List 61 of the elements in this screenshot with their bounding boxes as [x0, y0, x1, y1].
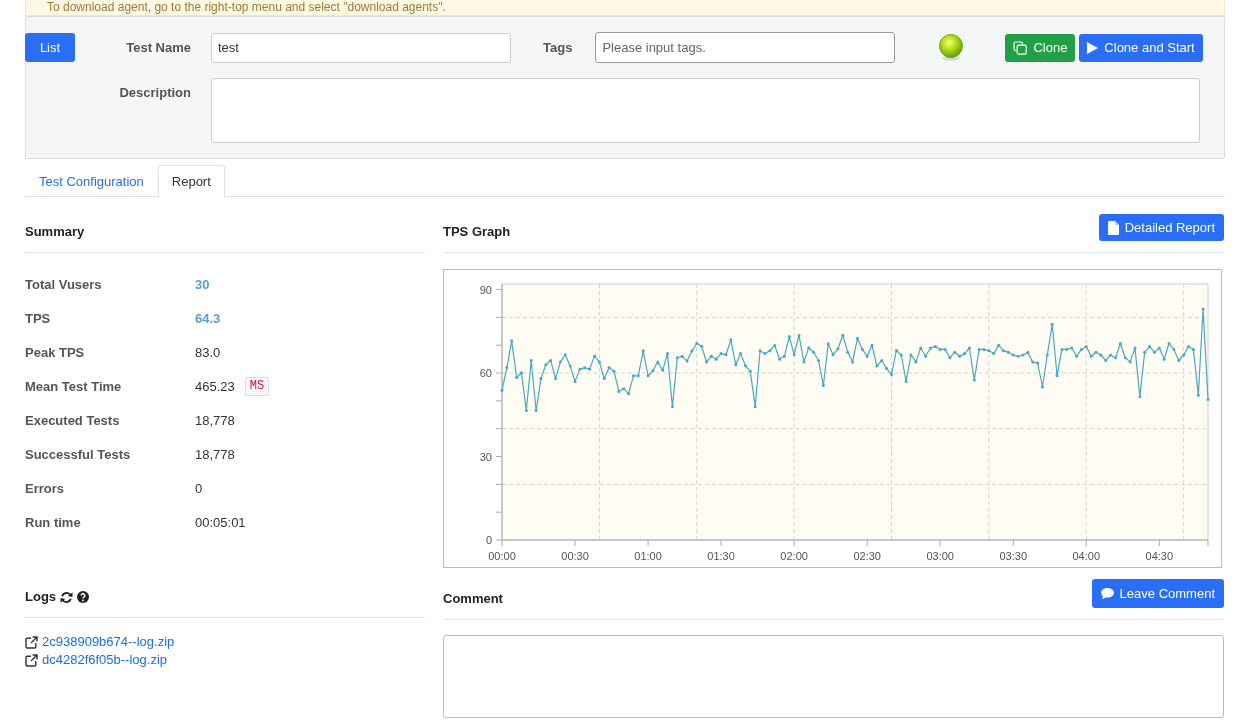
status-light-icon	[938, 34, 965, 61]
stat-value: 0	[195, 480, 203, 496]
refresh-icon[interactable]	[60, 590, 74, 604]
external-link-icon	[25, 635, 38, 649]
log-file-link[interactable]: dc4282f6f05b--log.zip	[25, 651, 168, 669]
y-tick-label: 60	[479, 367, 492, 380]
stat-label: Executed Tests	[25, 412, 121, 428]
x-tick-label: 01:00	[634, 550, 662, 562]
x-tick-label: 01:30	[707, 550, 735, 562]
stat-value: 30	[195, 276, 210, 292]
x-tick-label: 03:30	[999, 550, 1027, 562]
tab[interactable]: Test Configuration	[25, 165, 158, 197]
x-tick-label: 00:30	[561, 550, 589, 562]
stat-value: 64.3	[195, 310, 221, 326]
y-tick-label: 0	[485, 534, 492, 546]
x-tick-label: 04:00	[1072, 550, 1101, 562]
detailed-report-button[interactable]: Detailed Report	[1098, 214, 1224, 241]
list-button[interactable]: List	[25, 33, 75, 62]
stat-label: Mean Test Time	[25, 378, 123, 394]
field-label: Description	[119, 85, 191, 101]
log-file-link[interactable]: 2c938909b674--log.zip	[25, 633, 175, 651]
speech-bubble-icon	[1100, 588, 1114, 599]
copy-icon	[1013, 40, 1028, 55]
stat-value: 00:05:01	[195, 514, 246, 530]
notice-banner: To download agent, go to the right-top menu and select "download agents".	[25, 0, 1225, 16]
test-name-field[interactable]: test	[211, 32, 511, 63]
stat-label: TPS	[25, 310, 52, 326]
x-tick-label: 04:30	[1145, 550, 1174, 562]
section-heading: Comment	[443, 590, 503, 608]
y-tick-label: 90	[479, 283, 492, 296]
time-unit: MS	[244, 376, 270, 396]
field-label: Test Name	[126, 39, 191, 56]
tags-field[interactable]: Please input tags.	[595, 32, 896, 63]
clone-button[interactable]: Clone	[1005, 33, 1076, 62]
section-heading: TPS Graph	[443, 223, 511, 241]
description-field[interactable]	[211, 78, 1200, 143]
document-icon	[1107, 220, 1119, 235]
section-heading: Summary	[25, 223, 85, 241]
section-heading: Logs	[25, 588, 57, 606]
tab[interactable]: Report	[157, 165, 225, 197]
x-tick-label: 02:00	[780, 550, 808, 562]
play-icon	[1087, 41, 1099, 54]
stat-label: Peak TPS	[25, 344, 86, 360]
stat-label: Total Vusers	[25, 276, 103, 292]
stat-value: 465.23	[195, 378, 235, 394]
stat-label: Errors	[25, 480, 66, 496]
stat-label: Run time	[25, 514, 82, 530]
stat-value: 18,778	[195, 412, 235, 428]
help-icon[interactable]	[77, 591, 90, 603]
x-tick-label: 02:30	[853, 550, 881, 562]
external-link-icon	[25, 653, 38, 667]
stat-value: 18,778	[195, 446, 235, 462]
x-tick-label: 03:00	[926, 550, 954, 562]
stat-label: Successful Tests	[25, 446, 132, 462]
field-label: Tags	[543, 39, 573, 56]
y-tick-label: 30	[479, 450, 492, 463]
x-tick-label: 00:00	[488, 550, 516, 562]
leave-comment-button[interactable]: Leave Comment	[1091, 579, 1224, 608]
comment-field[interactable]	[443, 635, 1224, 718]
stat-value: 83.0	[195, 344, 221, 360]
clone-and-start-button[interactable]: Clone and Start	[1079, 33, 1203, 62]
